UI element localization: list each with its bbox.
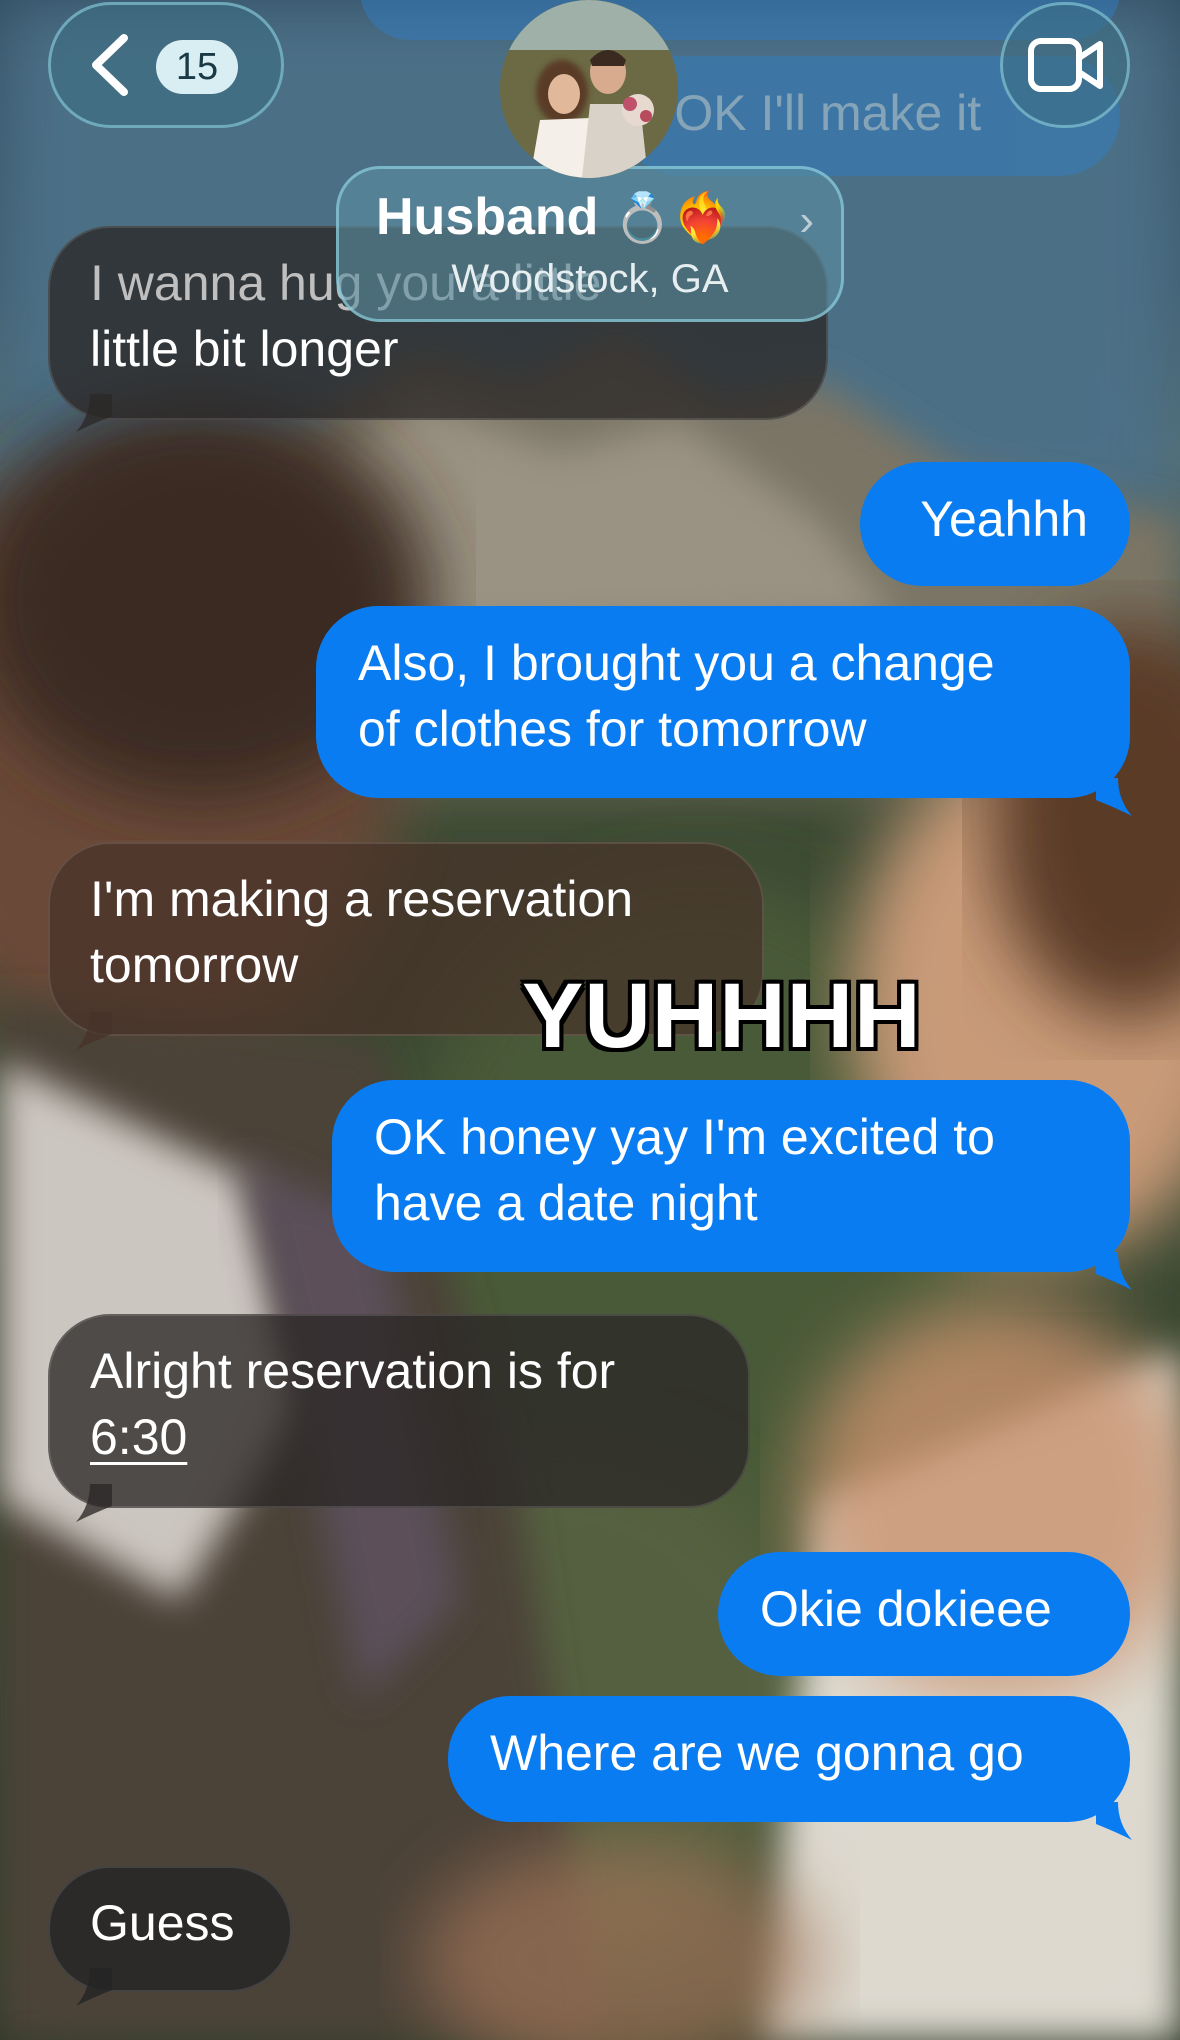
contact-location: Woodstock, GA <box>451 257 729 301</box>
avatar-photo <box>500 0 678 178</box>
message-text-line-1: Also, I brought you a change <box>358 635 995 691</box>
chevron-left-icon <box>92 34 128 96</box>
chevron-right-icon: › <box>799 196 814 245</box>
bubble-tail <box>76 1484 112 1522</box>
bubble-tail <box>1096 1252 1132 1290</box>
bubble-tail <box>1096 1802 1132 1840</box>
message-text: Guess <box>90 1895 235 1951</box>
message-text-line-2: little bit longer <box>90 321 399 377</box>
video-call-button[interactable] <box>1000 2 1130 128</box>
unread-count-badge: 15 <box>156 40 238 94</box>
bubble-tail <box>1096 778 1132 816</box>
message-text: Yeahhh <box>920 491 1088 547</box>
message-bubble-received[interactable]: Guess <box>48 1866 292 2006</box>
bubble-tail <box>76 1012 112 1050</box>
message-bubble-sent[interactable]: Also, I brought you a change of clothes … <box>316 606 1132 816</box>
overlay-caption: YUHHHH <box>522 965 922 1067</box>
bubble-tail <box>76 1968 112 2006</box>
reservation-time-link[interactable]: 6:30 <box>90 1404 708 1470</box>
message-bubble-sent[interactable]: Okie dokieee <box>718 1552 1130 1676</box>
contact-info-button[interactable]: Husband 💍❤️‍🔥 › Woodstock, GA <box>336 166 844 322</box>
contact-name-row: Husband 💍❤️‍🔥 <box>376 184 732 252</box>
back-button[interactable]: 15 <box>48 2 284 128</box>
message-bubble-received[interactable]: Alright reservation is for 6:30 <box>48 1314 750 1522</box>
message-bubble-sent[interactable]: Where are we gonna go <box>448 1696 1132 1840</box>
message-text-line-2: of clothes for tomorrow <box>358 701 867 757</box>
message-text-line-2: have a date night <box>374 1175 758 1231</box>
message-text-line-1: OK honey yay I'm excited to <box>374 1109 995 1165</box>
message-text-line-1: I'm making a reservation <box>90 871 634 927</box>
contact-name: Husband <box>376 188 599 246</box>
bubble-tail <box>76 394 112 432</box>
message-bubble-sent[interactable]: OK honey yay I'm excited to have a date … <box>332 1080 1132 1290</box>
contact-emoji: 💍❤️‍🔥 <box>612 192 733 245</box>
message-bubble-sent[interactable]: Yeahhh <box>860 462 1130 586</box>
message-bubble-sent-partial <box>360 0 1120 40</box>
message-text: Where are we gonna go <box>490 1725 1024 1781</box>
video-camera-icon <box>1028 38 1103 92</box>
message-text-line-1: Alright reservation is for <box>90 1343 616 1399</box>
message-text: Okie dokieee <box>760 1581 1052 1637</box>
contact-avatar[interactable] <box>500 0 678 178</box>
